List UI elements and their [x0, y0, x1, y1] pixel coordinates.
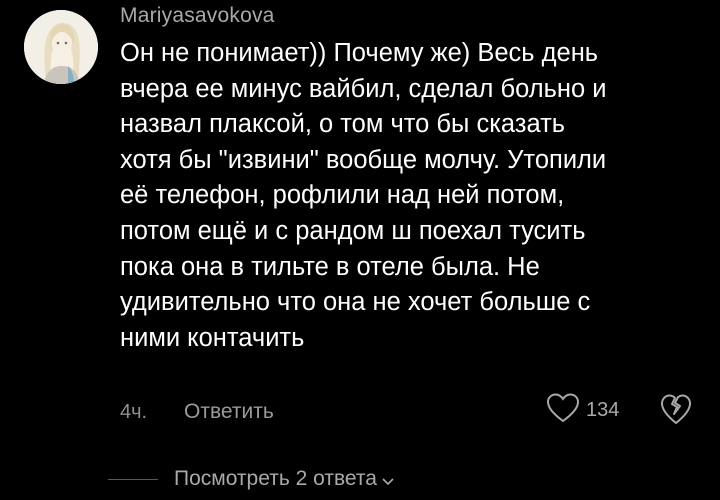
reply-button[interactable]: Ответить: [184, 400, 274, 424]
avatar[interactable]: [24, 10, 98, 84]
avatar-image: [24, 10, 98, 84]
view-replies-label: Посмотреть 2 ответа: [174, 467, 377, 490]
comment-time: 4ч.: [120, 401, 148, 423]
like-button[interactable]: 134: [546, 392, 620, 428]
comment: Mariyasavokova Он не понимает)) Почему ж…: [0, 0, 720, 500]
broken-heart-icon[interactable]: [660, 392, 692, 431]
comment-text: Он не понимает)) Почему же) Весь день вч…: [120, 39, 607, 352]
replies-divider: [108, 479, 158, 480]
chevron-down-icon: [382, 468, 394, 492]
username[interactable]: Mariyasavokova: [120, 4, 275, 28]
like-count: 134: [586, 398, 620, 421]
view-replies-button[interactable]: Посмотреть 2 ответа: [174, 466, 394, 492]
heart-icon[interactable]: [546, 392, 580, 428]
